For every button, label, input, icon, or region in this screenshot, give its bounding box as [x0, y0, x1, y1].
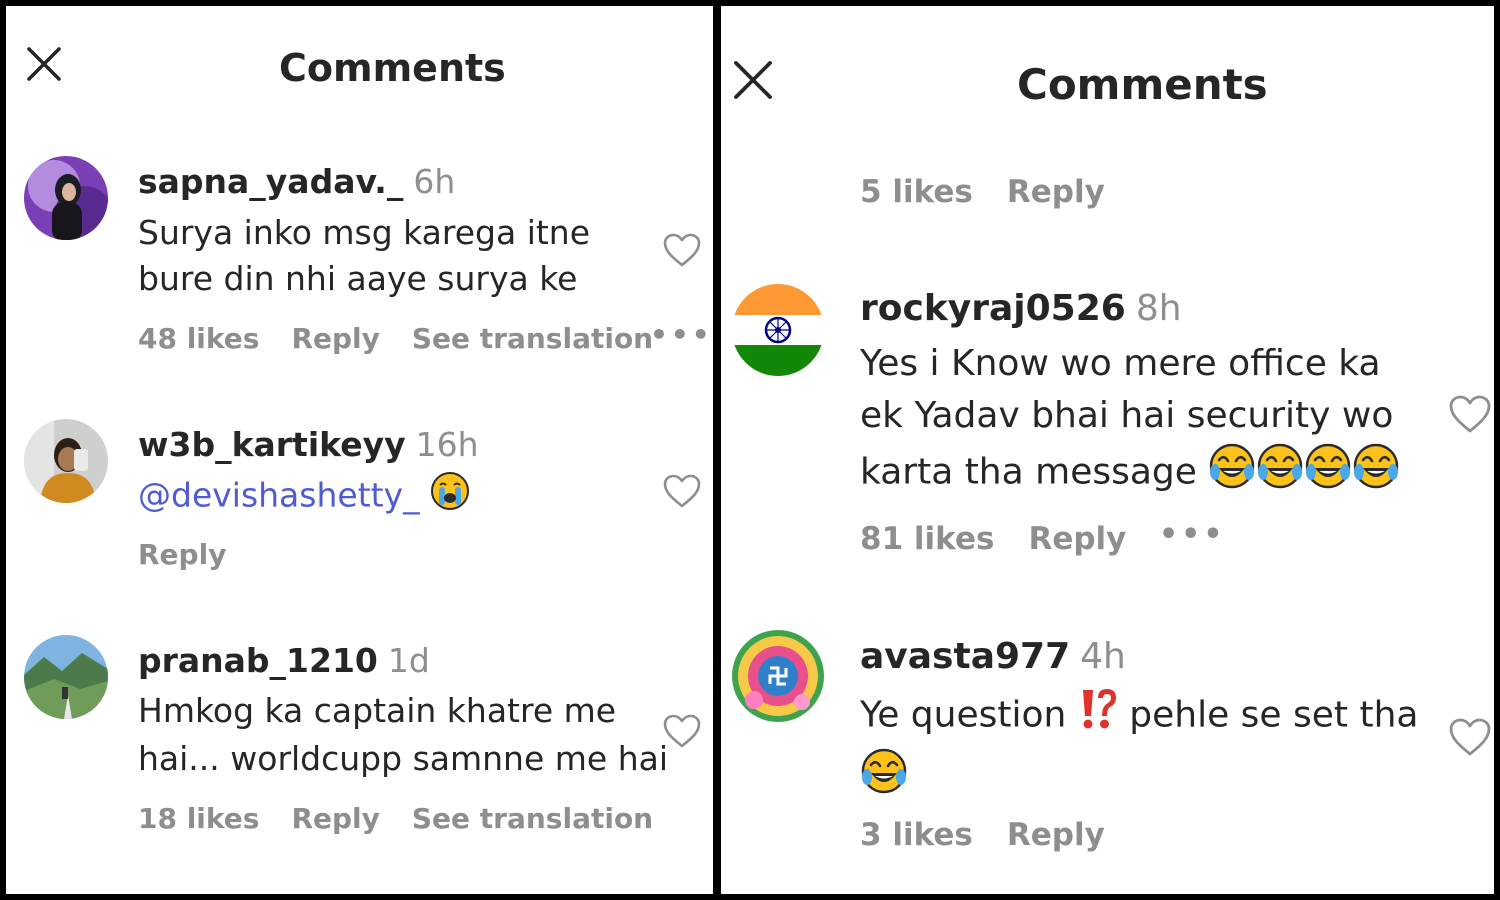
comment-header: sapna_yadav._ 6h	[138, 162, 455, 201]
likes-count[interactable]: 3 likes	[860, 817, 973, 853]
reply-button[interactable]: Reply	[291, 322, 379, 355]
comment-line: Hmkog ka captain khatre me	[138, 691, 617, 730]
likes-count[interactable]: 48 likes	[138, 322, 259, 355]
comment-text: Ye question pehle se set tha	[860, 686, 1418, 810]
comment-text: Hmkog ka captain khatre me hai... worldc…	[138, 687, 668, 783]
comment-line-with-emoji: Ye question pehle se set tha	[860, 686, 1418, 747]
username[interactable]: sapna_yadav._	[138, 162, 403, 201]
likes-count[interactable]: 18 likes	[138, 802, 259, 835]
comment-actions: 48 likes Reply See translation	[138, 322, 653, 355]
tears-of-joy-icon	[1208, 442, 1256, 505]
close-icon[interactable]	[26, 46, 62, 82]
comment-actions: 3 likes Reply	[860, 817, 1105, 853]
close-icon[interactable]	[733, 60, 773, 100]
heart-icon[interactable]	[1448, 717, 1492, 757]
reply-button[interactable]: Reply	[1007, 174, 1105, 210]
comment-actions: Reply	[138, 538, 226, 571]
comment-line: karta tha message	[860, 451, 1197, 493]
comment-line: pehle se set tha	[1129, 694, 1419, 736]
reply-button[interactable]: Reply	[1028, 521, 1126, 557]
tears-of-joy-icon	[1256, 442, 1304, 505]
comment-time: 8h	[1135, 288, 1182, 329]
more-options-icon[interactable]: •••	[1159, 517, 1226, 552]
heart-icon[interactable]	[662, 473, 702, 509]
comment-actions: 81 likes Reply	[860, 521, 1126, 557]
likes-count[interactable]: 81 likes	[860, 521, 994, 557]
heart-icon[interactable]	[662, 713, 702, 749]
username[interactable]: pranab_1210	[138, 641, 378, 680]
crying-face-icon	[430, 471, 470, 523]
comment-text: @devishashetty_	[138, 471, 470, 523]
comment-header: rockyraj0526 8h	[860, 288, 1182, 329]
comment-text: Yes i Know wo mere office ka ek Yadav bh…	[860, 338, 1400, 505]
see-translation-button[interactable]: See translation	[412, 802, 653, 835]
mention-link[interactable]: @devishashetty_	[138, 476, 420, 515]
tears-of-joy-icon	[1352, 442, 1400, 505]
panel-title: Comments	[279, 46, 506, 90]
see-translation-button[interactable]: See translation	[412, 322, 653, 355]
comment-line: hai... worldcupp samnne me hai	[138, 739, 668, 778]
comment-header: pranab_1210 1d	[138, 641, 430, 680]
reply-button[interactable]: Reply	[138, 538, 226, 571]
more-options-icon[interactable]: •••	[650, 318, 713, 351]
avatar[interactable]	[732, 284, 824, 376]
reply-button[interactable]: Reply	[291, 802, 379, 835]
comment-line-with-emoji: karta tha message	[860, 442, 1400, 505]
username[interactable]: w3b_kartikeyy	[138, 425, 406, 464]
heart-icon[interactable]	[662, 232, 702, 268]
comment-line: bure din nhi aaye surya ke	[138, 259, 578, 298]
comment-actions: 5 likes Reply	[860, 174, 1105, 210]
username[interactable]: rockyraj0526	[860, 288, 1126, 329]
avatar[interactable]	[732, 630, 824, 722]
comment-header: w3b_kartikeyy 16h	[138, 425, 479, 464]
comment-line: Yes i Know wo mere office ka	[860, 343, 1381, 384]
comment-line: ek Yadav bhai hai security wo	[860, 395, 1394, 436]
panel-title: Comments	[1017, 60, 1268, 109]
comment-text: Surya inko msg karega itne bure din nhi …	[138, 210, 590, 302]
comment-line: Ye question	[860, 694, 1067, 736]
username[interactable]: avasta977	[860, 636, 1070, 677]
comment-time: 6h	[413, 162, 456, 201]
left-comments-panel: Comments sapna_yadav._ 6h Surya inko msg …	[6, 6, 713, 894]
comment-header: avasta977 4h	[860, 636, 1126, 677]
tears-of-joy-icon	[860, 747, 908, 810]
exclamation-question-icon	[1078, 686, 1118, 747]
comment-line-emoji-row	[860, 747, 1418, 810]
comment-line: Surya inko msg karega itne	[138, 213, 591, 252]
reply-button[interactable]: Reply	[1007, 817, 1105, 853]
right-comments-panel: Comments 5 likes Reply rockyraj0526 8h Yes…	[721, 6, 1494, 894]
tears-of-joy-icon	[1304, 442, 1352, 505]
avatar[interactable]	[24, 156, 108, 240]
comment-time: 16h	[415, 425, 479, 464]
heart-icon[interactable]	[1448, 394, 1492, 434]
comment-time: 1d	[387, 641, 430, 680]
comment-actions: 18 likes Reply See translation	[138, 802, 653, 835]
avatar[interactable]	[24, 635, 108, 719]
comment-time: 4h	[1080, 636, 1126, 677]
likes-count[interactable]: 5 likes	[860, 174, 973, 210]
avatar[interactable]	[24, 419, 108, 503]
